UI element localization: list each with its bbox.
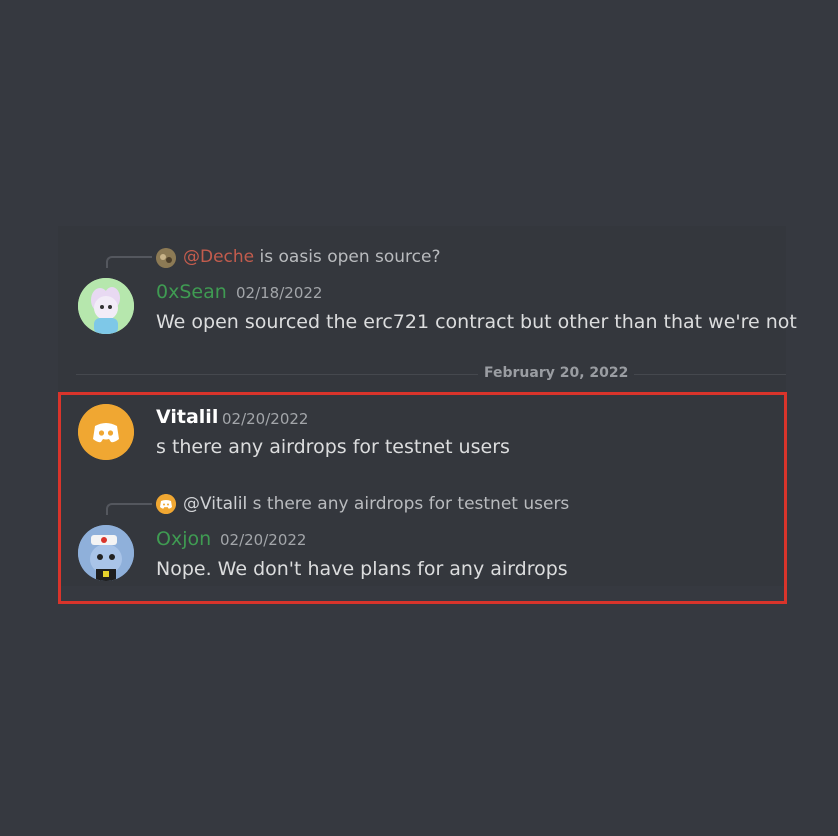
username[interactable]: 0xSean: [156, 281, 227, 303]
deche-avatar-icon: [156, 248, 176, 268]
reply-connector: [106, 256, 152, 268]
date-divider: [76, 374, 786, 375]
0xsean-avatar-icon: [78, 278, 134, 334]
message-text: We open sourced the erc721 contract but …: [156, 311, 797, 333]
reply-preview[interactable]: @Deche is oasis open source?: [183, 247, 441, 267]
avatar[interactable]: [78, 278, 134, 334]
reply-snippet: is oasis open source?: [259, 247, 441, 267]
reply-avatar[interactable]: [156, 248, 176, 268]
highlight-box: [58, 392, 787, 604]
date-divider-label: February 20, 2022: [478, 365, 635, 381]
timestamp: 02/18/2022: [236, 284, 323, 302]
reply-mention[interactable]: @Deche: [183, 247, 254, 267]
